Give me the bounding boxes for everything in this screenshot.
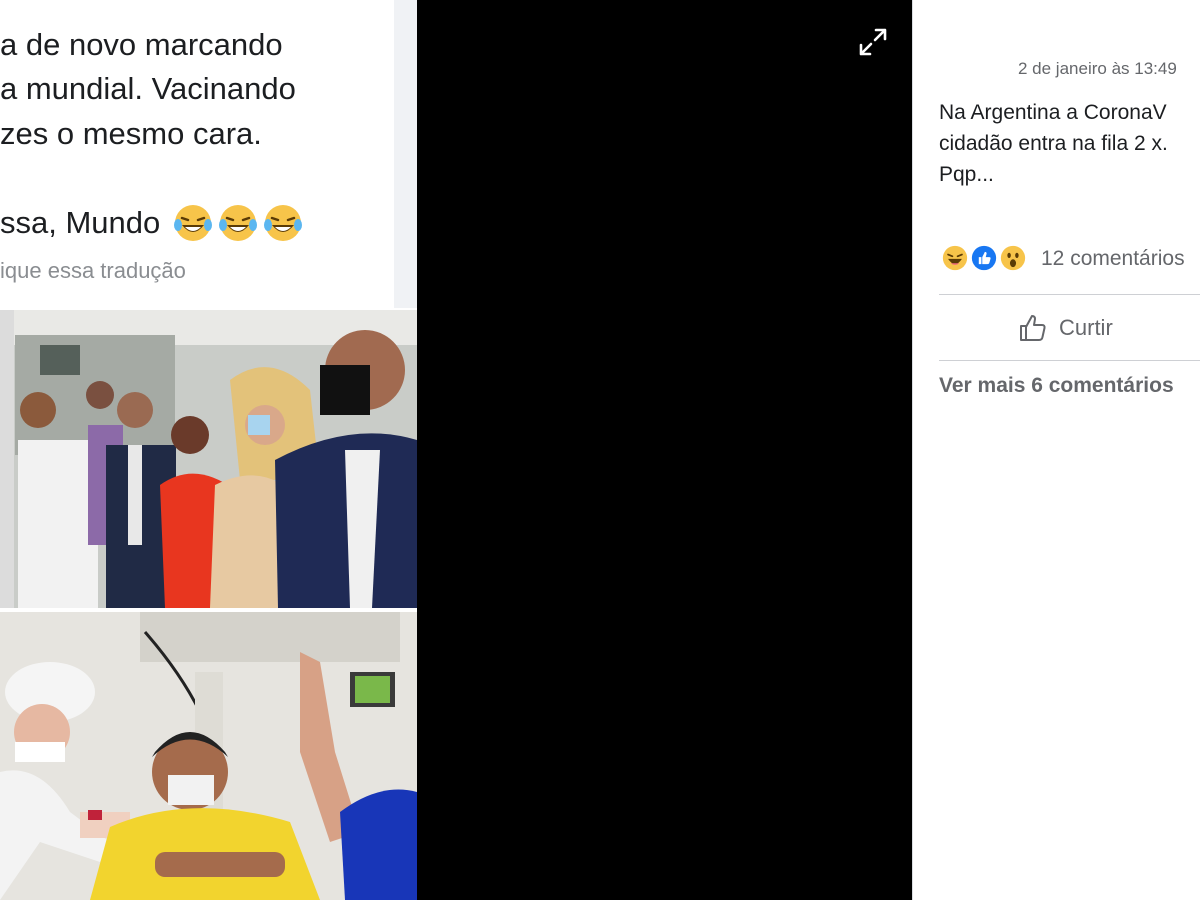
like-button[interactable]: Curtir <box>1017 310 1113 346</box>
view-more-comments-link[interactable]: Ver mais 6 comentários <box>939 374 1174 398</box>
meme-text-line: zes o mesmo cara. <box>0 116 262 151</box>
haha-reaction-icon <box>940 243 970 273</box>
translation-note: ique essa tradução <box>0 258 186 283</box>
divider <box>939 294 1200 295</box>
meme-text-line: ssa, Mundo <box>0 203 303 243</box>
thumbs-up-icon <box>1020 315 1046 341</box>
meme-text-line: a mundial. Vacinando <box>0 71 296 106</box>
tears-of-joy-emoji-icon <box>174 205 213 241</box>
post-text-line: Pqp... <box>939 163 994 186</box>
media-viewer <box>417 0 912 900</box>
comment-count-link[interactable]: 12 comentários <box>1041 247 1185 271</box>
post-image-collage: a de novo marcando a mundial. Vacinando … <box>0 0 417 900</box>
like-button-label: Curtir <box>1059 315 1113 340</box>
like-reaction-icon <box>969 243 999 273</box>
post-timestamp[interactable]: 2 de janeiro às 13:49 <box>1018 59 1177 79</box>
post-sidebar: 2 de janeiro às 13:49 Na Argentina a Cor… <box>912 0 1200 900</box>
divider <box>394 0 417 308</box>
photo-group-vaccination <box>0 310 417 608</box>
expand-icon <box>859 28 887 56</box>
fullscreen-button[interactable] <box>856 25 890 59</box>
divider <box>939 360 1200 361</box>
tears-of-joy-emoji-icon <box>264 205 303 241</box>
tears-of-joy-emoji-icon <box>219 205 258 241</box>
meme-text-line: a de novo marcando <box>0 27 283 62</box>
photo-illustration <box>0 612 417 900</box>
meme-text-fragment: ssa, Mundo <box>0 205 161 240</box>
reaction-summary[interactable] <box>940 243 1028 273</box>
post-text-line: cidadão entra na fila 2 x. <box>939 132 1168 155</box>
photo-man-vaccinated <box>0 612 417 900</box>
photo-illustration <box>0 310 417 608</box>
post-text-line: Na Argentina a CoronaV <box>939 101 1167 124</box>
meme-text-card: a de novo marcando a mundial. Vacinando … <box>0 0 395 308</box>
wow-reaction-icon <box>998 243 1028 273</box>
